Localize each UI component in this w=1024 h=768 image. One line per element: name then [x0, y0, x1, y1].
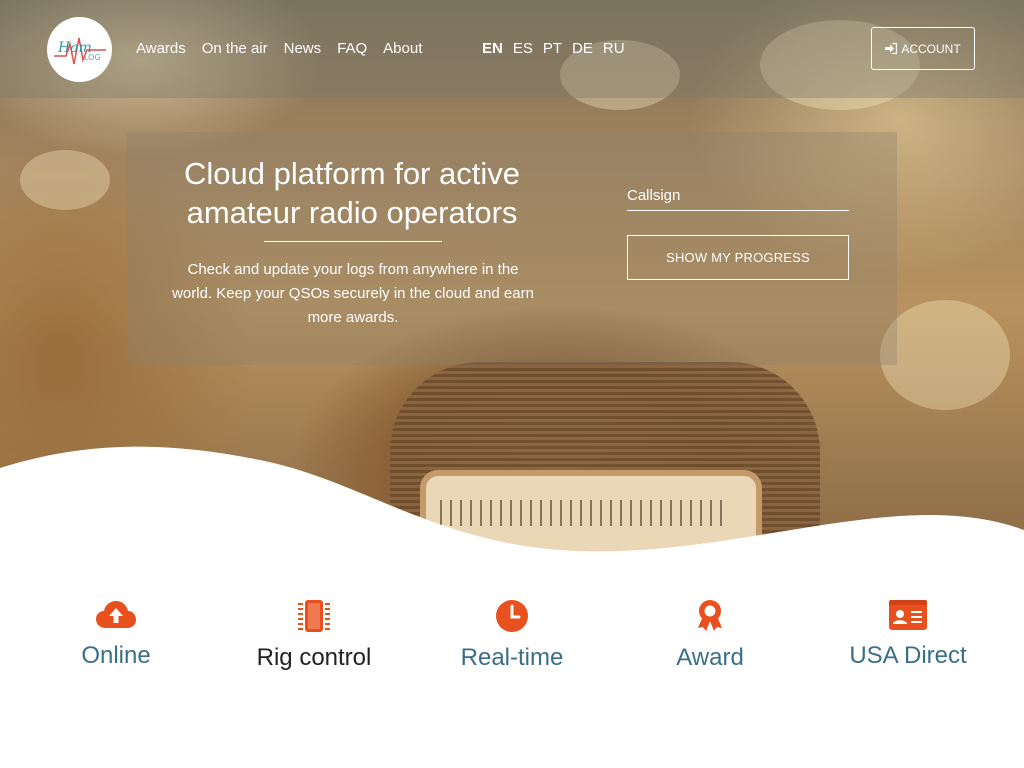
account-button[interactable]: ACCOUNT — [871, 27, 975, 70]
feature-online[interactable]: Online — [17, 600, 215, 670]
feature-title: USA Direct — [849, 642, 967, 669]
award-icon — [698, 600, 722, 631]
features-strip: Online Rig control Real-time Award USA D… — [0, 600, 1024, 695]
nav-news[interactable]: News — [284, 40, 322, 57]
nav-about[interactable]: About — [383, 40, 422, 57]
feature-real-time[interactable]: Real-time — [413, 600, 611, 672]
sign-in-icon — [885, 43, 898, 54]
show-progress-button[interactable]: SHOW MY PROGRESS — [627, 235, 849, 280]
feature-usa-direct[interactable]: USA Direct — [809, 600, 1007, 670]
feature-rig-control[interactable]: Rig control — [215, 600, 413, 672]
id-card-icon — [889, 600, 927, 630]
lang-es[interactable]: ES — [513, 40, 533, 57]
feature-title: Real-time — [460, 644, 564, 671]
hero-title: Cloud platform for active amateur radio … — [184, 156, 520, 230]
lang-pt[interactable]: PT — [543, 40, 562, 57]
lang-en[interactable]: EN — [482, 40, 503, 57]
feature-title: Award — [676, 644, 744, 671]
title-divider — [264, 241, 442, 242]
hero-wave-divider — [0, 446, 1024, 570]
callsign-input[interactable] — [627, 180, 849, 211]
top-navbar: Ham LOG Awards On the air News FAQ About… — [0, 0, 1024, 98]
chip-icon — [298, 600, 330, 632]
ham-log-logo[interactable]: Ham LOG — [47, 17, 112, 82]
lang-ru[interactable]: RU — [603, 40, 625, 57]
cloud-upload-icon — [96, 601, 136, 628]
language-switcher: EN ES PT DE RU — [482, 40, 635, 57]
hero-description: Check and update your logs from anywhere… — [172, 261, 534, 326]
feature-award[interactable]: Award — [611, 600, 809, 672]
logo-icon: Ham LOG — [53, 37, 106, 64]
main-menu: Awards On the air News FAQ About — [136, 40, 438, 57]
lang-de[interactable]: DE — [572, 40, 593, 57]
clock-icon — [496, 600, 528, 632]
feature-title: Online — [81, 642, 151, 669]
feature-title: Rig control — [256, 644, 372, 671]
nav-on-the-air[interactable]: On the air — [202, 40, 268, 57]
nav-faq[interactable]: FAQ — [337, 40, 367, 57]
hero-card: Cloud platform for active amateur radio … — [127, 132, 897, 365]
account-label: ACCOUNT — [901, 41, 961, 56]
nav-awards[interactable]: Awards — [136, 40, 186, 57]
svg-text:LOG: LOG — [84, 53, 101, 62]
